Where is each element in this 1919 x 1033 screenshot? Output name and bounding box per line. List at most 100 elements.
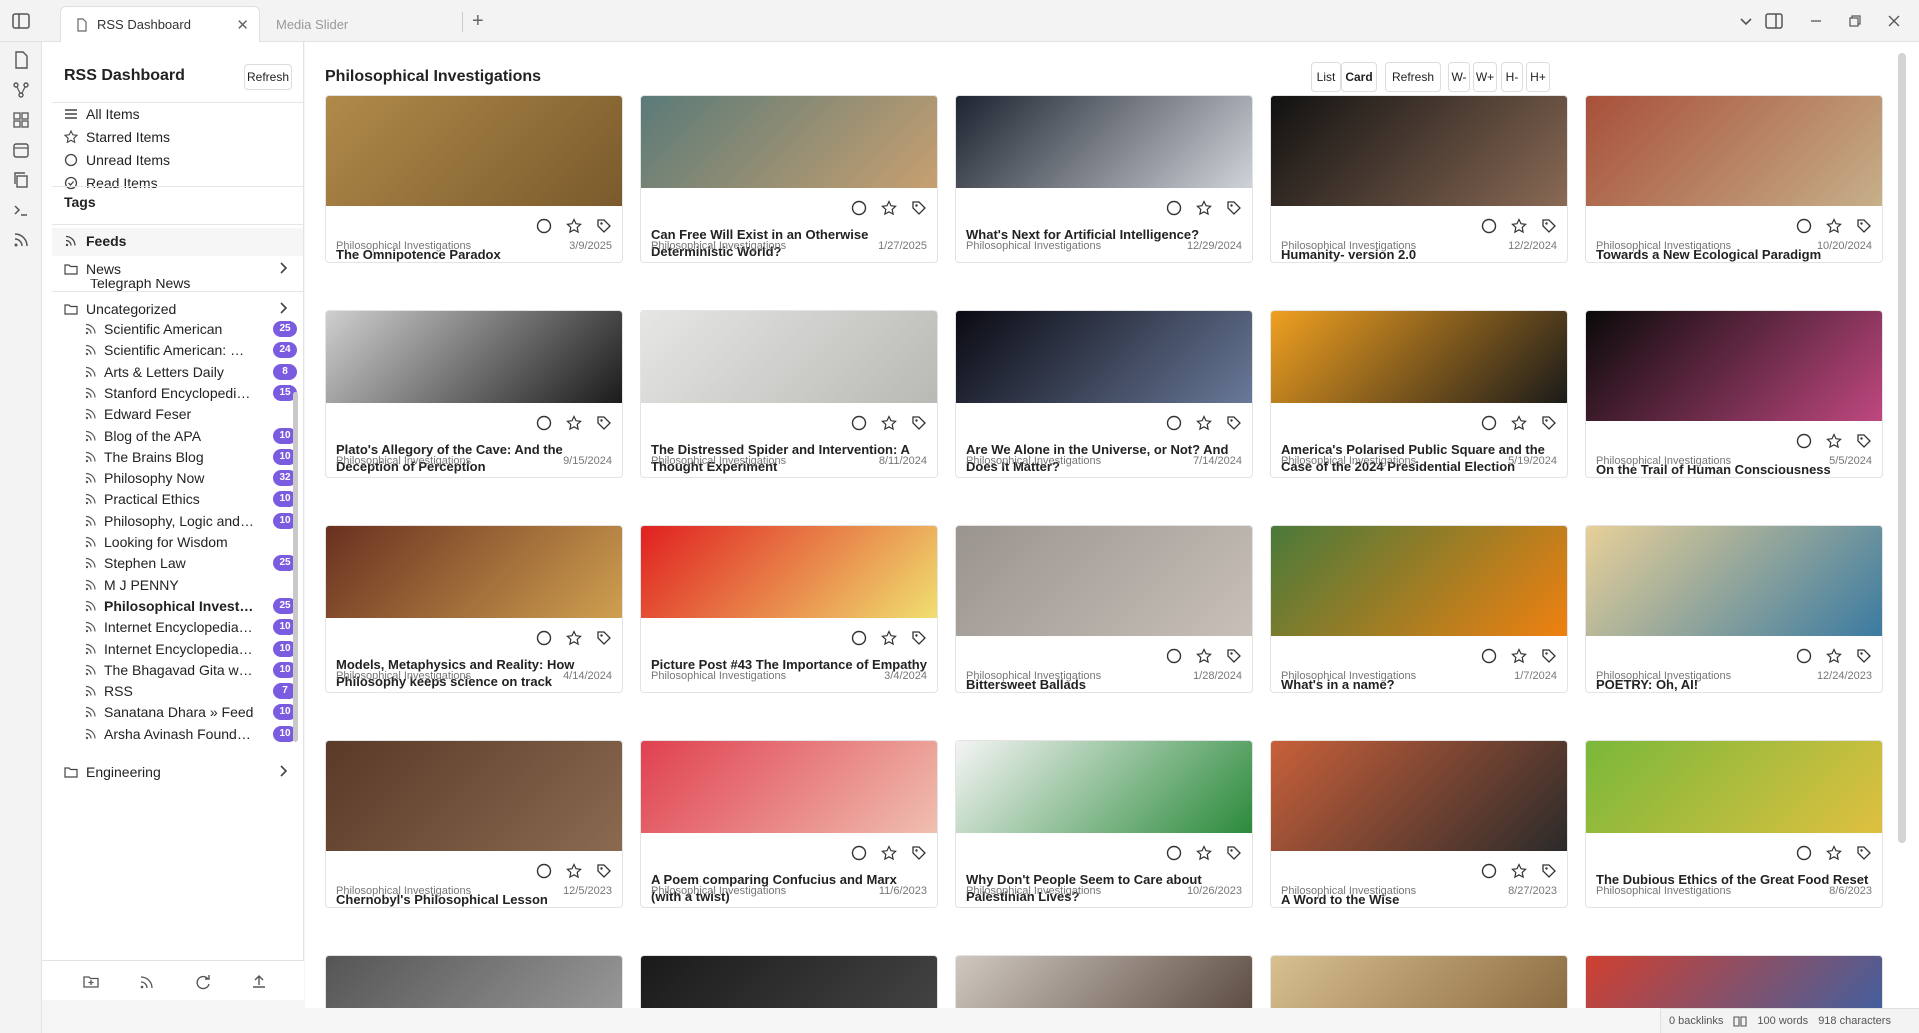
- article-card[interactable]: What's in a name? Philosophical Investiga…: [1270, 525, 1568, 693]
- star-icon[interactable]: [566, 218, 582, 234]
- rss-icon[interactable]: [11, 230, 31, 250]
- mark-read-circle-icon[interactable]: [851, 415, 867, 431]
- article-thumbnail[interactable]: [641, 741, 937, 833]
- article-card[interactable]: Towards a New Ecological Paradigm Philoso…: [1585, 95, 1883, 263]
- chevron-down-icon[interactable]: [1736, 11, 1756, 31]
- feed-item[interactable]: Edward Feser: [84, 402, 299, 426]
- article-thumbnail[interactable]: [956, 526, 1252, 636]
- close-icon[interactable]: ✕: [236, 16, 249, 34]
- article-thumbnail[interactable]: [1271, 311, 1567, 403]
- width-decrease-button[interactable]: W-: [1448, 62, 1470, 92]
- article-card[interactable]: Can Free Will Exist in an Otherwise Dete…: [640, 95, 938, 263]
- tag-icon[interactable]: [911, 630, 927, 646]
- file-open-icon[interactable]: [11, 50, 31, 70]
- article-card[interactable]: Models, Metaphysics and Reality: How Phi…: [325, 525, 623, 693]
- tag-icon[interactable]: [1856, 433, 1872, 449]
- article-thumbnail[interactable]: [1586, 741, 1882, 833]
- star-icon[interactable]: [566, 630, 582, 646]
- grid-icon[interactable]: [11, 110, 31, 130]
- star-icon[interactable]: [1511, 863, 1527, 879]
- tag-icon[interactable]: [1856, 648, 1872, 664]
- split-view-icon[interactable]: [1764, 11, 1784, 31]
- tag-icon[interactable]: [596, 630, 612, 646]
- article-thumbnail[interactable]: [641, 96, 937, 188]
- tag-icon[interactable]: [1541, 218, 1557, 234]
- star-icon[interactable]: [566, 415, 582, 431]
- tag-icon[interactable]: [1226, 845, 1242, 861]
- mark-read-circle-icon[interactable]: [1166, 415, 1182, 431]
- sidebar-toggle-icon[interactable]: [11, 11, 31, 31]
- tag-icon[interactable]: [1541, 415, 1557, 431]
- article-card[interactable]: Plato's Allegory of the Cave: And the De…: [325, 310, 623, 478]
- tag-icon[interactable]: [1856, 845, 1872, 861]
- refresh-icon[interactable]: [194, 973, 212, 991]
- article-card[interactable]: America's Polarised Public Square and th…: [1270, 310, 1568, 478]
- star-icon[interactable]: [1826, 845, 1842, 861]
- article-thumbnail[interactable]: [1271, 741, 1567, 851]
- star-icon[interactable]: [1826, 218, 1842, 234]
- star-icon[interactable]: [1511, 218, 1527, 234]
- article-card[interactable]: The Dubious Ethics of the Great Food Res…: [1585, 740, 1883, 908]
- article-card[interactable]: Chernobyl's Philosophical Lesson Philosop…: [325, 740, 623, 908]
- refresh-button[interactable]: Refresh: [1385, 62, 1441, 92]
- star-icon[interactable]: [881, 200, 897, 216]
- article-thumbnail[interactable]: [1586, 96, 1882, 206]
- feed-telegraph-news[interactable]: Telegraph News: [84, 279, 299, 291]
- mark-read-circle-icon[interactable]: [536, 863, 552, 879]
- article-thumbnail[interactable]: [326, 526, 622, 618]
- mark-read-circle-icon[interactable]: [851, 630, 867, 646]
- tag-icon[interactable]: [1226, 648, 1242, 664]
- mark-read-circle-icon[interactable]: [1481, 415, 1497, 431]
- star-icon[interactable]: [881, 630, 897, 646]
- article-card[interactable]: [1270, 955, 1568, 1008]
- article-thumbnail[interactable]: [956, 311, 1252, 403]
- new-tab-plus-icon[interactable]: +: [472, 10, 484, 33]
- mark-read-circle-icon[interactable]: [851, 845, 867, 861]
- article-card[interactable]: POETRY: Oh, AI! Philosophical Investigati…: [1585, 525, 1883, 693]
- feed-item[interactable]: Practical Ethics 10: [84, 487, 299, 511]
- article-thumbnail[interactable]: [326, 741, 622, 851]
- mark-read-circle-icon[interactable]: [536, 630, 552, 646]
- article-card[interactable]: Picture Post #43 The Importance of Empat…: [640, 525, 938, 693]
- filter-read-items[interactable]: Read Items: [64, 171, 158, 195]
- mark-read-circle-icon[interactable]: [1796, 218, 1812, 234]
- tab-media-slider[interactable]: Media Slider: [262, 6, 462, 42]
- reading-icon[interactable]: [1733, 1014, 1747, 1028]
- restore-icon[interactable]: [1845, 11, 1865, 31]
- mark-read-circle-icon[interactable]: [1481, 863, 1497, 879]
- feed-item[interactable]: Arsha Avinash Foundation 10: [84, 722, 299, 746]
- feed-item[interactable]: Scientific American: Mind & Brain 24: [84, 338, 299, 362]
- tags-section[interactable]: Tags: [64, 196, 96, 210]
- article-card[interactable]: What's Next for Artificial Intelligence?…: [955, 95, 1253, 263]
- star-icon[interactable]: [1826, 433, 1842, 449]
- article-card[interactable]: The Omnipotence Paradox Philosophical Inv…: [325, 95, 623, 263]
- star-icon[interactable]: [566, 863, 582, 879]
- article-thumbnail[interactable]: [1586, 526, 1882, 636]
- height-decrease-button[interactable]: H-: [1501, 62, 1523, 92]
- article-card[interactable]: A Word to the Wise Philosophical Investig…: [1270, 740, 1568, 908]
- star-icon[interactable]: [1511, 648, 1527, 664]
- article-card[interactable]: A Poem comparing Confucius and Marx (wit…: [640, 740, 938, 908]
- feed-item[interactable]: Sanatana Dhara » Feed 10: [84, 700, 299, 724]
- mark-read-circle-icon[interactable]: [1481, 218, 1497, 234]
- tag-icon[interactable]: [1226, 200, 1242, 216]
- article-thumbnail[interactable]: [326, 96, 622, 206]
- filter-all-items[interactable]: All Items: [64, 102, 140, 126]
- width-increase-button[interactable]: W+: [1473, 62, 1497, 92]
- article-card[interactable]: Bittersweet Ballads Philosophical Investi…: [955, 525, 1253, 693]
- star-icon[interactable]: [1196, 200, 1212, 216]
- sidebar-scrollbar[interactable]: [293, 392, 298, 742]
- sidebar-refresh-button[interactable]: Refresh: [244, 64, 292, 90]
- tag-icon[interactable]: [596, 218, 612, 234]
- star-icon[interactable]: [881, 415, 897, 431]
- mark-read-circle-icon[interactable]: [1166, 200, 1182, 216]
- article-card[interactable]: [640, 955, 938, 1008]
- mark-read-circle-icon[interactable]: [1796, 433, 1812, 449]
- add-folder-icon[interactable]: [82, 973, 100, 991]
- tag-icon[interactable]: [911, 415, 927, 431]
- article-card[interactable]: Why Don't People Seem to Care about Pale…: [955, 740, 1253, 908]
- star-icon[interactable]: [1196, 415, 1212, 431]
- mark-read-circle-icon[interactable]: [536, 415, 552, 431]
- star-icon[interactable]: [1196, 845, 1212, 861]
- tag-icon[interactable]: [1226, 415, 1242, 431]
